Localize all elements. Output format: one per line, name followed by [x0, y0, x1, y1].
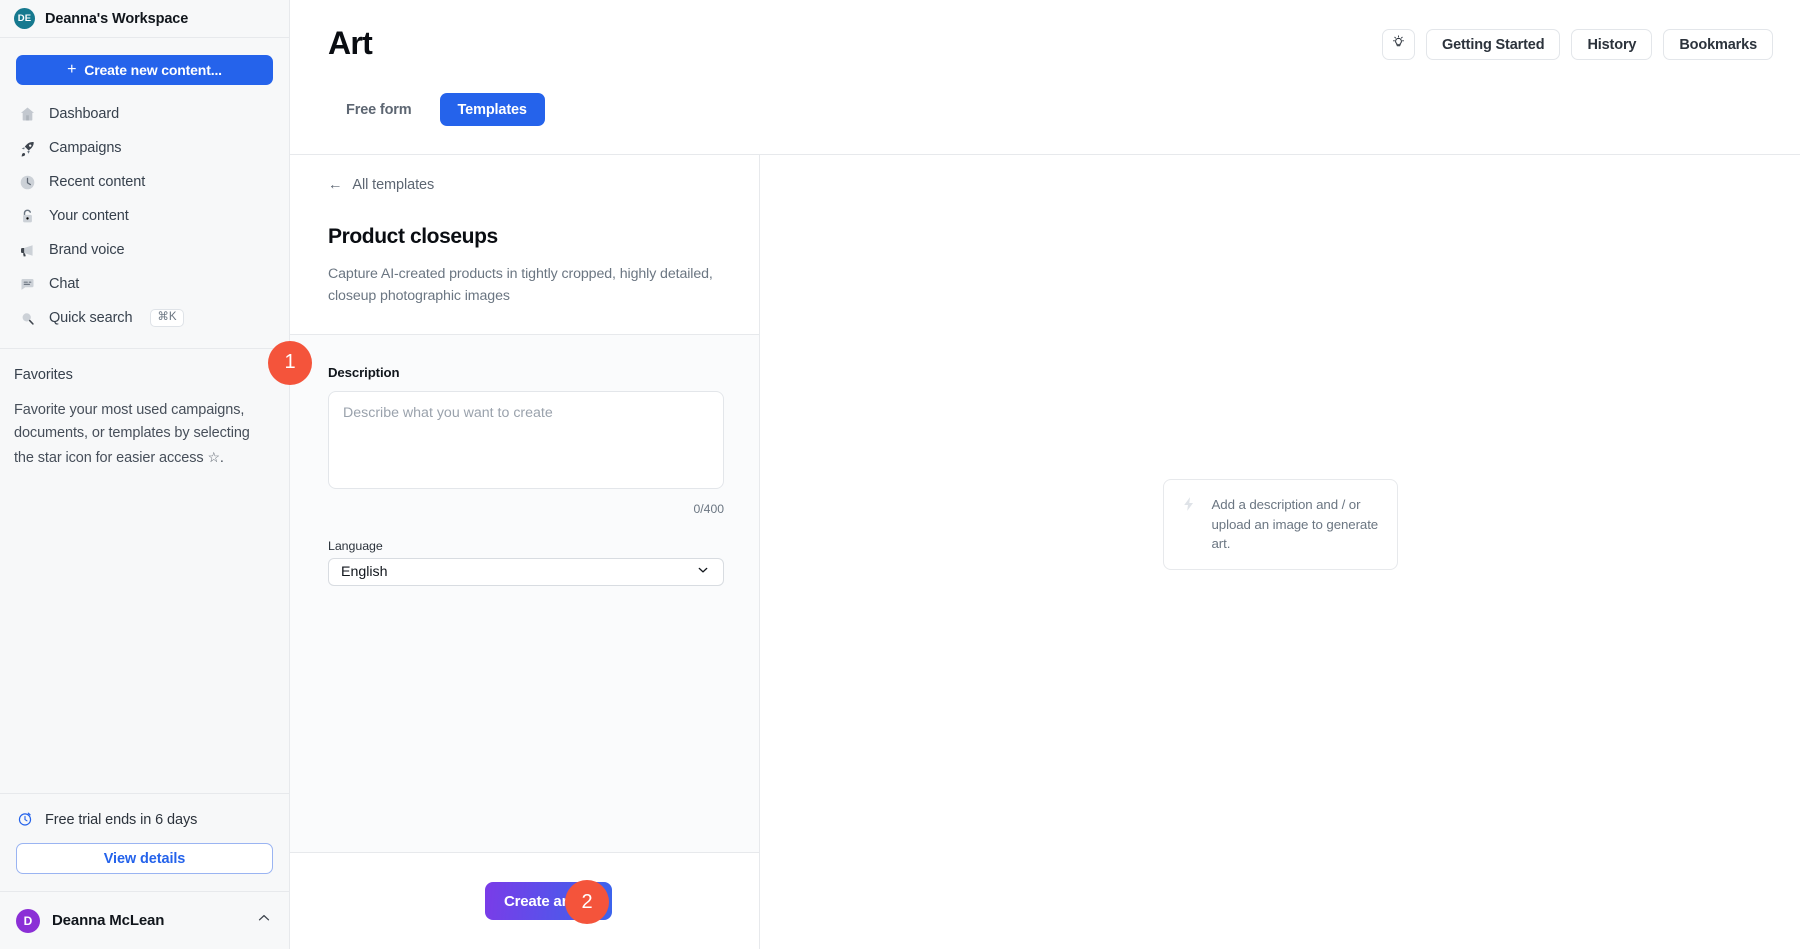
app-root: DE Deanna's Workspace + Create new conte…	[0, 0, 1800, 949]
tab-free-form[interactable]: Free form	[328, 93, 430, 126]
sidebar: DE Deanna's Workspace + Create new conte…	[0, 0, 290, 949]
home-icon	[18, 105, 37, 124]
plus-icon: +	[67, 62, 76, 78]
trial-row: Free trial ends in 6 days	[16, 810, 273, 829]
sidebar-item-campaigns[interactable]: Campaigns	[12, 131, 277, 165]
form-body: 1 Description 0/400 Language English	[290, 335, 759, 852]
description-label: Description	[328, 365, 721, 380]
sidebar-item-label: Campaigns	[49, 140, 121, 156]
sidebar-item-label: Recent content	[49, 174, 145, 190]
top-bar: Art Getting Started History Bookmarks Fr…	[290, 0, 1800, 155]
favorites-text-part2: .	[220, 450, 224, 466]
sidebar-item-quick-search[interactable]: Quick search ⌘K	[12, 301, 277, 335]
sidebar-nav: Dashboard Campaigns Recent content Your …	[0, 97, 289, 335]
chevron-down-icon	[695, 562, 711, 582]
avatar: D	[16, 909, 40, 933]
user-account-row[interactable]: D Deanna McLean	[0, 891, 289, 949]
character-counter: 0/400	[328, 502, 724, 516]
workspace-avatar: DE	[14, 8, 35, 29]
search-icon	[18, 309, 37, 328]
workspace-header[interactable]: DE Deanna's Workspace	[0, 0, 289, 38]
view-details-button[interactable]: View details	[16, 843, 273, 874]
star-icon: ☆	[207, 449, 219, 465]
sidebar-item-chat[interactable]: Chat	[12, 267, 277, 301]
favorites-title: Favorites	[14, 367, 271, 383]
trial-text: Free trial ends in 6 days	[45, 812, 197, 828]
bookmarks-button[interactable]: Bookmarks	[1663, 29, 1773, 60]
trial-clock-icon	[16, 810, 35, 829]
favorites-empty-text: Favorite your most used campaigns, docum…	[14, 399, 271, 470]
lightbulb-icon	[1390, 34, 1407, 55]
preview-empty-card: Add a description and / or upload an ima…	[1163, 479, 1398, 571]
template-form-column: ← All templates Product closeups Capture…	[290, 155, 760, 949]
language-value: English	[341, 564, 388, 580]
tab-templates[interactable]: Templates	[440, 93, 545, 126]
rocket-icon	[18, 139, 37, 158]
create-new-content-label: Create new content...	[84, 62, 222, 78]
bolt-icon	[1180, 495, 1198, 518]
template-header: ← All templates Product closeups Capture…	[290, 155, 759, 335]
preview-column: Add a description and / or upload an ima…	[760, 155, 1800, 949]
sidebar-item-label: Brand voice	[49, 242, 124, 258]
all-templates-label: All templates	[352, 177, 434, 193]
main-area: Art Getting Started History Bookmarks Fr…	[290, 0, 1800, 949]
preview-empty-text: Add a description and / or upload an ima…	[1212, 495, 1381, 555]
workspace-name: Deanna's Workspace	[45, 11, 188, 27]
chat-icon	[18, 275, 37, 294]
create-art-label: Create art	[504, 893, 572, 910]
sidebar-spacer	[0, 470, 289, 793]
language-label: Language	[328, 539, 724, 553]
lock-icon	[18, 207, 37, 226]
chevron-up-icon[interactable]	[255, 909, 273, 932]
sidebar-item-label: Quick search	[49, 310, 132, 326]
template-description: Capture AI-created products in tightly c…	[328, 263, 721, 308]
history-button[interactable]: History	[1571, 29, 1652, 60]
step-badge-1: 1	[268, 341, 312, 385]
sidebar-item-label: Chat	[49, 276, 79, 292]
language-field: Language English	[328, 539, 724, 586]
mode-tabs: Free form Templates	[328, 93, 545, 126]
description-input[interactable]	[328, 391, 724, 489]
page-title: Art	[328, 25, 372, 62]
sidebar-item-label: Dashboard	[49, 106, 119, 122]
sidebar-item-recent-content[interactable]: Recent content	[12, 165, 277, 199]
getting-started-button[interactable]: Getting Started	[1426, 29, 1560, 60]
sidebar-item-your-content[interactable]: Your content	[12, 199, 277, 233]
user-name: Deanna McLean	[52, 912, 243, 929]
sidebar-item-brand-voice[interactable]: Brand voice	[12, 233, 277, 267]
template-title: Product closeups	[328, 225, 721, 249]
form-footer: 2 Create art	[290, 852, 759, 949]
megaphone-icon	[18, 241, 37, 260]
create-new-content-button[interactable]: + Create new content...	[16, 55, 273, 85]
content-area: ← All templates Product closeups Capture…	[290, 155, 1800, 949]
favorites-section: Favorites Favorite your most used campai…	[0, 349, 289, 470]
arrow-left-icon: ←	[328, 177, 342, 193]
language-select[interactable]: English	[328, 558, 724, 586]
top-actions: Getting Started History Bookmarks	[1382, 29, 1773, 60]
sidebar-item-dashboard[interactable]: Dashboard	[12, 97, 277, 131]
tips-button[interactable]	[1382, 29, 1415, 60]
all-templates-back-link[interactable]: ← All templates	[328, 177, 721, 193]
trial-section: Free trial ends in 6 days View details	[0, 793, 289, 874]
step-badge-2: 2	[565, 880, 609, 924]
quick-search-shortcut: ⌘K	[150, 309, 183, 327]
clock-icon	[18, 173, 37, 192]
sidebar-item-label: Your content	[49, 208, 129, 224]
